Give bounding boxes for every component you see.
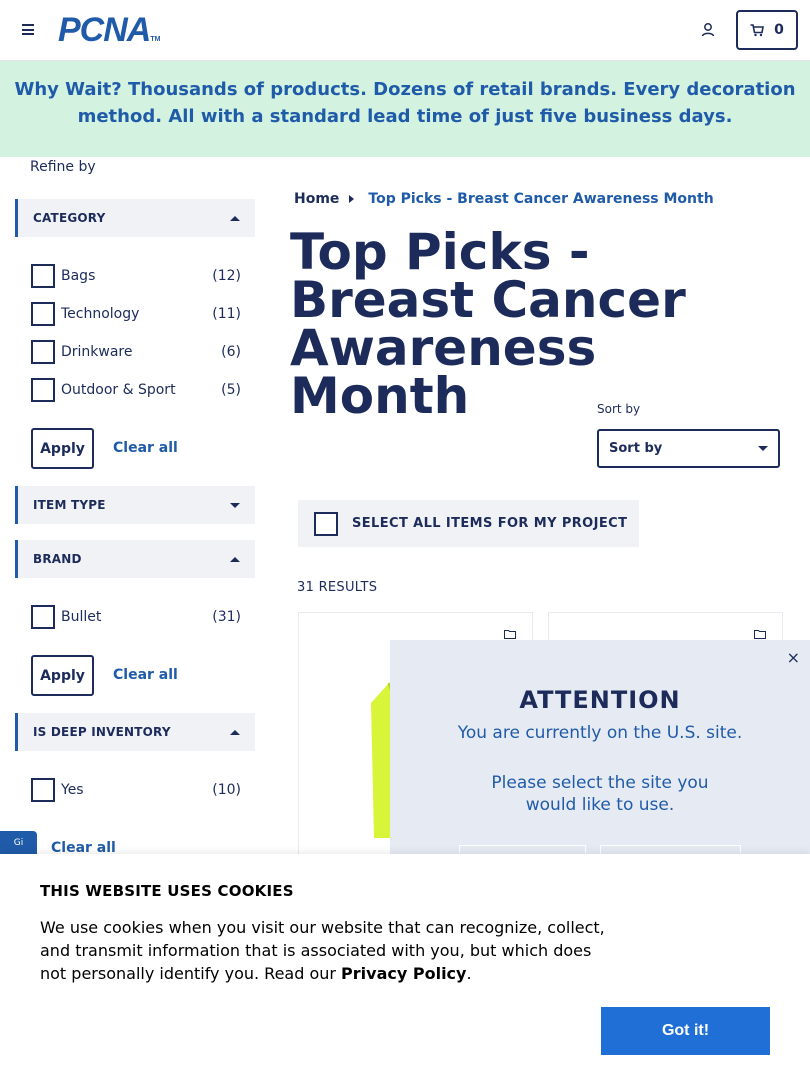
results-count: 31 RESULTS <box>297 580 378 595</box>
facet-deep-inventory-header[interactable]: IS DEEP INVENTORY <box>15 713 255 751</box>
facet-title: CATEGORY <box>33 211 106 225</box>
page-title: Top Picks - Breast Cancer Awareness Mont… <box>290 223 686 425</box>
banner-text: Thousands of products. Dozens of retail … <box>77 79 796 127</box>
cart-icon <box>750 23 765 36</box>
facet-option-yes[interactable]: Yes (10) <box>31 777 241 803</box>
account-icon[interactable] <box>700 22 716 38</box>
facet-option-label: Bullet <box>61 609 102 625</box>
category-apply-button[interactable]: Apply <box>31 428 94 469</box>
cookie-body: We use cookies when you visit our websit… <box>40 918 605 983</box>
facet-category-header[interactable]: CATEGORY <box>15 199 255 237</box>
sort-label: Sort by <box>597 402 641 416</box>
facet-brand-header[interactable]: BRAND <box>15 540 255 578</box>
checkbox[interactable] <box>31 378 55 402</box>
checkbox[interactable] <box>31 302 55 326</box>
cart-count: 0 <box>774 22 784 38</box>
facet-option-bags[interactable]: Bags (12) <box>31 263 241 289</box>
select-all-checkbox[interactable] <box>314 511 338 536</box>
facet-option-count: (12) <box>212 268 241 284</box>
banner-bold-text: Why Wait? <box>14 79 122 100</box>
checkbox[interactable] <box>31 605 55 629</box>
checkbox[interactable] <box>31 340 55 364</box>
facet-option-count: (5) <box>221 382 241 398</box>
checkbox[interactable] <box>31 778 55 802</box>
close-icon[interactable]: × <box>787 648 800 667</box>
site-header: PCNATM 0 <box>0 0 810 61</box>
facet-title: BRAND <box>33 552 82 566</box>
expand-icon <box>230 502 240 508</box>
sort-selected-value: Sort by <box>609 441 663 456</box>
select-all-label: SELECT ALL ITEMS FOR MY PROJECT <box>352 516 628 531</box>
hamburger-menu-icon[interactable] <box>22 24 34 35</box>
category-clear-all-link[interactable]: Clear all <box>113 440 178 456</box>
checkbox[interactable] <box>31 264 55 288</box>
collapse-icon <box>230 215 240 221</box>
logo-text: PCNA <box>58 11 151 49</box>
facet-option-label: Drinkware <box>61 344 133 360</box>
facet-option-outdoor-sport[interactable]: Outdoor & Sport (5) <box>31 377 241 403</box>
collapse-icon <box>230 556 240 562</box>
brand-apply-button[interactable]: Apply <box>31 655 94 696</box>
facet-option-bullet[interactable]: Bullet (31) <box>31 604 241 630</box>
pcna-logo[interactable]: PCNATM <box>58 13 160 57</box>
sort-select[interactable]: Sort by <box>597 429 780 468</box>
refine-by-label: Refine by <box>30 159 96 175</box>
facet-option-label: Technology <box>61 306 140 322</box>
breadcrumb-home-link[interactable]: Home <box>294 191 339 207</box>
facet-title: ITEM TYPE <box>33 498 106 512</box>
cookie-period: . <box>466 964 472 983</box>
facet-option-count: (11) <box>212 306 241 322</box>
cookie-banner: THIS WEBSITE USES COOKIES We use cookies… <box>0 854 810 1080</box>
logo-trademark: TM <box>150 36 161 43</box>
modal-current-site-text: You are currently on the U.S. site. <box>457 723 743 743</box>
facet-option-count: (31) <box>212 609 241 625</box>
facet-option-label: Outdoor & Sport <box>61 382 176 398</box>
facet-title: IS DEEP INVENTORY <box>33 725 171 739</box>
privacy-policy-link[interactable]: Privacy Policy <box>341 964 466 983</box>
modal-heading: ATTENTION <box>519 686 681 714</box>
breadcrumb-current: Top Picks - Breast Cancer Awareness Mont… <box>368 191 714 207</box>
facet-option-drinkware[interactable]: Drinkware (6) <box>31 339 241 365</box>
breadcrumb: Home Top Picks - Breast Cancer Awareness… <box>294 191 714 207</box>
add-to-project-icon[interactable] <box>754 629 766 639</box>
facet-item-type-header[interactable]: ITEM TYPE <box>15 486 255 524</box>
brand-clear-all-link[interactable]: Clear all <box>113 667 178 683</box>
breadcrumb-separator-icon <box>349 195 355 203</box>
cookie-heading: THIS WEBSITE USES COOKIES <box>40 882 294 900</box>
got-it-button[interactable]: Got it! <box>601 1007 770 1055</box>
site-select-modal: × ATTENTION You are currently on the U.S… <box>390 640 810 885</box>
modal-select-site-text: Please select the site you would like to… <box>491 773 709 815</box>
collapse-icon <box>230 729 240 735</box>
cart-button[interactable]: 0 <box>736 10 798 50</box>
facet-option-count: (10) <box>212 782 241 798</box>
feedback-tab[interactable]: Gi <box>0 831 37 855</box>
facet-option-label: Bags <box>61 268 96 284</box>
promo-banner: Why Wait? Thousands of products. Dozens … <box>0 61 810 157</box>
chevron-down-icon <box>758 446 768 451</box>
facet-option-label: Yes <box>61 782 84 798</box>
cookie-text: We use cookies when you visit our websit… <box>40 916 610 985</box>
add-to-project-icon[interactable] <box>504 629 516 639</box>
facet-option-technology[interactable]: Technology (11) <box>31 301 241 327</box>
facet-option-count: (6) <box>221 344 241 360</box>
select-all-items[interactable]: SELECT ALL ITEMS FOR MY PROJECT <box>298 500 639 547</box>
